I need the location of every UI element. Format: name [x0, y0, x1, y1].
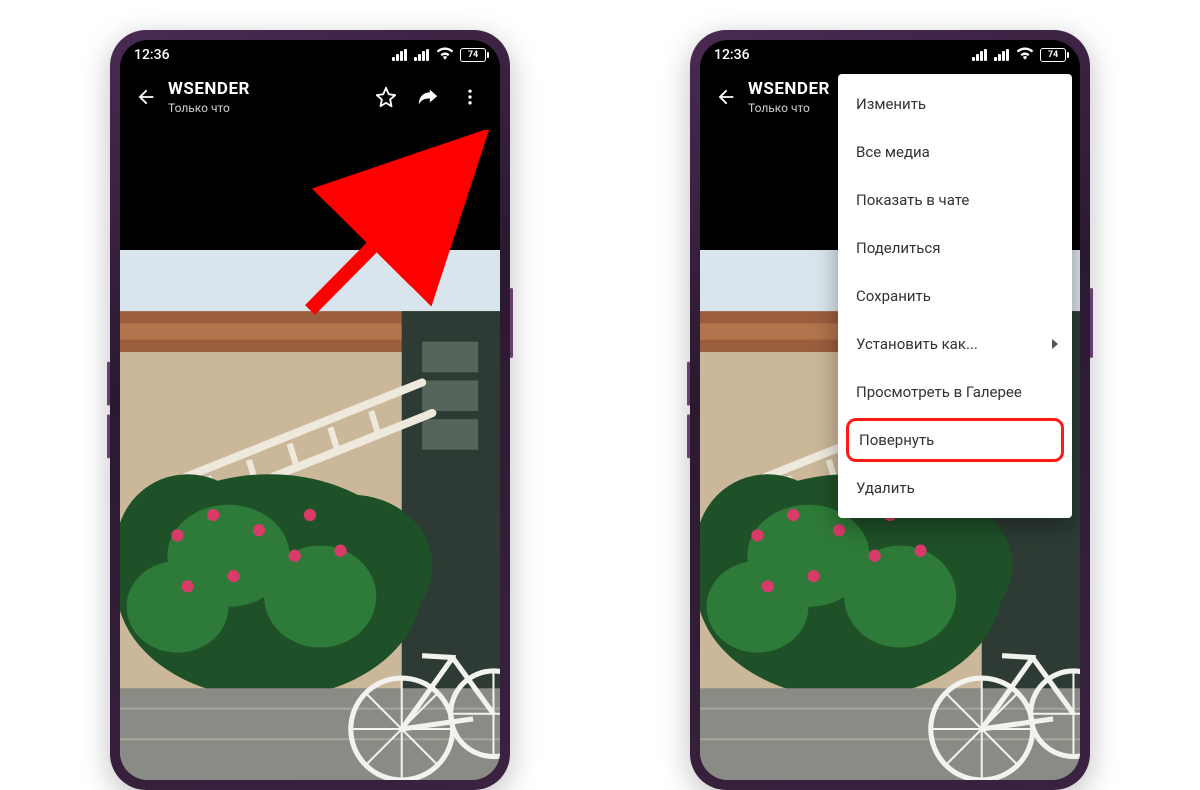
menu-item-share[interactable]: Поделиться: [838, 224, 1072, 272]
signal-icon-2: [414, 49, 430, 61]
battery-icon: 74: [460, 48, 486, 62]
header-subtitle: Только что: [168, 101, 366, 115]
battery-icon: 74: [1040, 48, 1066, 62]
menu-item-label: Показать в чате: [856, 191, 969, 209]
menu-item-view-in-gallery[interactable]: Просмотреть в Галерее: [838, 368, 1072, 416]
menu-item-all-media[interactable]: Все медиа: [838, 128, 1072, 176]
status-icons: 74: [392, 46, 486, 64]
menu-item-label: Поделиться: [856, 239, 941, 257]
more-button[interactable]: [450, 77, 490, 117]
menu-item-set-as[interactable]: Установить как...: [838, 320, 1072, 368]
status-bar: 12:36 74: [120, 40, 500, 70]
screen-right: 12:36 74 WSENDER Только что: [700, 40, 1080, 780]
photo-content: [120, 250, 500, 780]
status-icons: 74: [972, 46, 1066, 64]
overflow-menu: Изменить Все медиа Показать в чате Подел…: [838, 74, 1072, 518]
signal-icon: [972, 49, 988, 61]
status-time: 12:36: [714, 47, 750, 63]
photo-viewer[interactable]: [120, 250, 500, 780]
header-title-block: WSENDER Только что: [166, 79, 366, 115]
menu-item-rotate[interactable]: Повернуть: [846, 418, 1064, 462]
menu-item-save[interactable]: Сохранить: [838, 272, 1072, 320]
menu-item-label: Все медиа: [856, 143, 930, 161]
wifi-icon: [436, 46, 454, 64]
signal-icon-2: [994, 49, 1010, 61]
wifi-icon: [1016, 46, 1034, 64]
header-title: WSENDER: [168, 79, 366, 99]
phone-mock-left: 12:36 74 WSENDER Только что: [110, 30, 510, 790]
app-header: WSENDER Только что: [120, 70, 500, 124]
back-button[interactable]: [126, 77, 166, 117]
menu-item-label: Повернуть: [859, 431, 934, 449]
menu-item-delete[interactable]: Удалить: [838, 464, 1072, 512]
screen-left: 12:36 74 WSENDER Только что: [120, 40, 500, 780]
menu-item-show-in-chat[interactable]: Показать в чате: [838, 176, 1072, 224]
status-bar: 12:36 74: [700, 40, 1080, 70]
menu-item-label: Удалить: [856, 479, 915, 497]
status-time: 12:36: [134, 47, 170, 63]
menu-item-edit[interactable]: Изменить: [838, 80, 1072, 128]
star-button[interactable]: [366, 77, 406, 117]
menu-item-label: Сохранить: [856, 287, 931, 305]
signal-icon: [392, 49, 408, 61]
menu-item-label: Просмотреть в Галерее: [856, 383, 1022, 401]
menu-item-label: Установить как...: [856, 335, 978, 353]
back-button[interactable]: [706, 77, 746, 117]
menu-item-label: Изменить: [856, 95, 926, 113]
forward-button[interactable]: [408, 77, 448, 117]
phone-mock-right: 12:36 74 WSENDER Только что: [690, 30, 1090, 790]
